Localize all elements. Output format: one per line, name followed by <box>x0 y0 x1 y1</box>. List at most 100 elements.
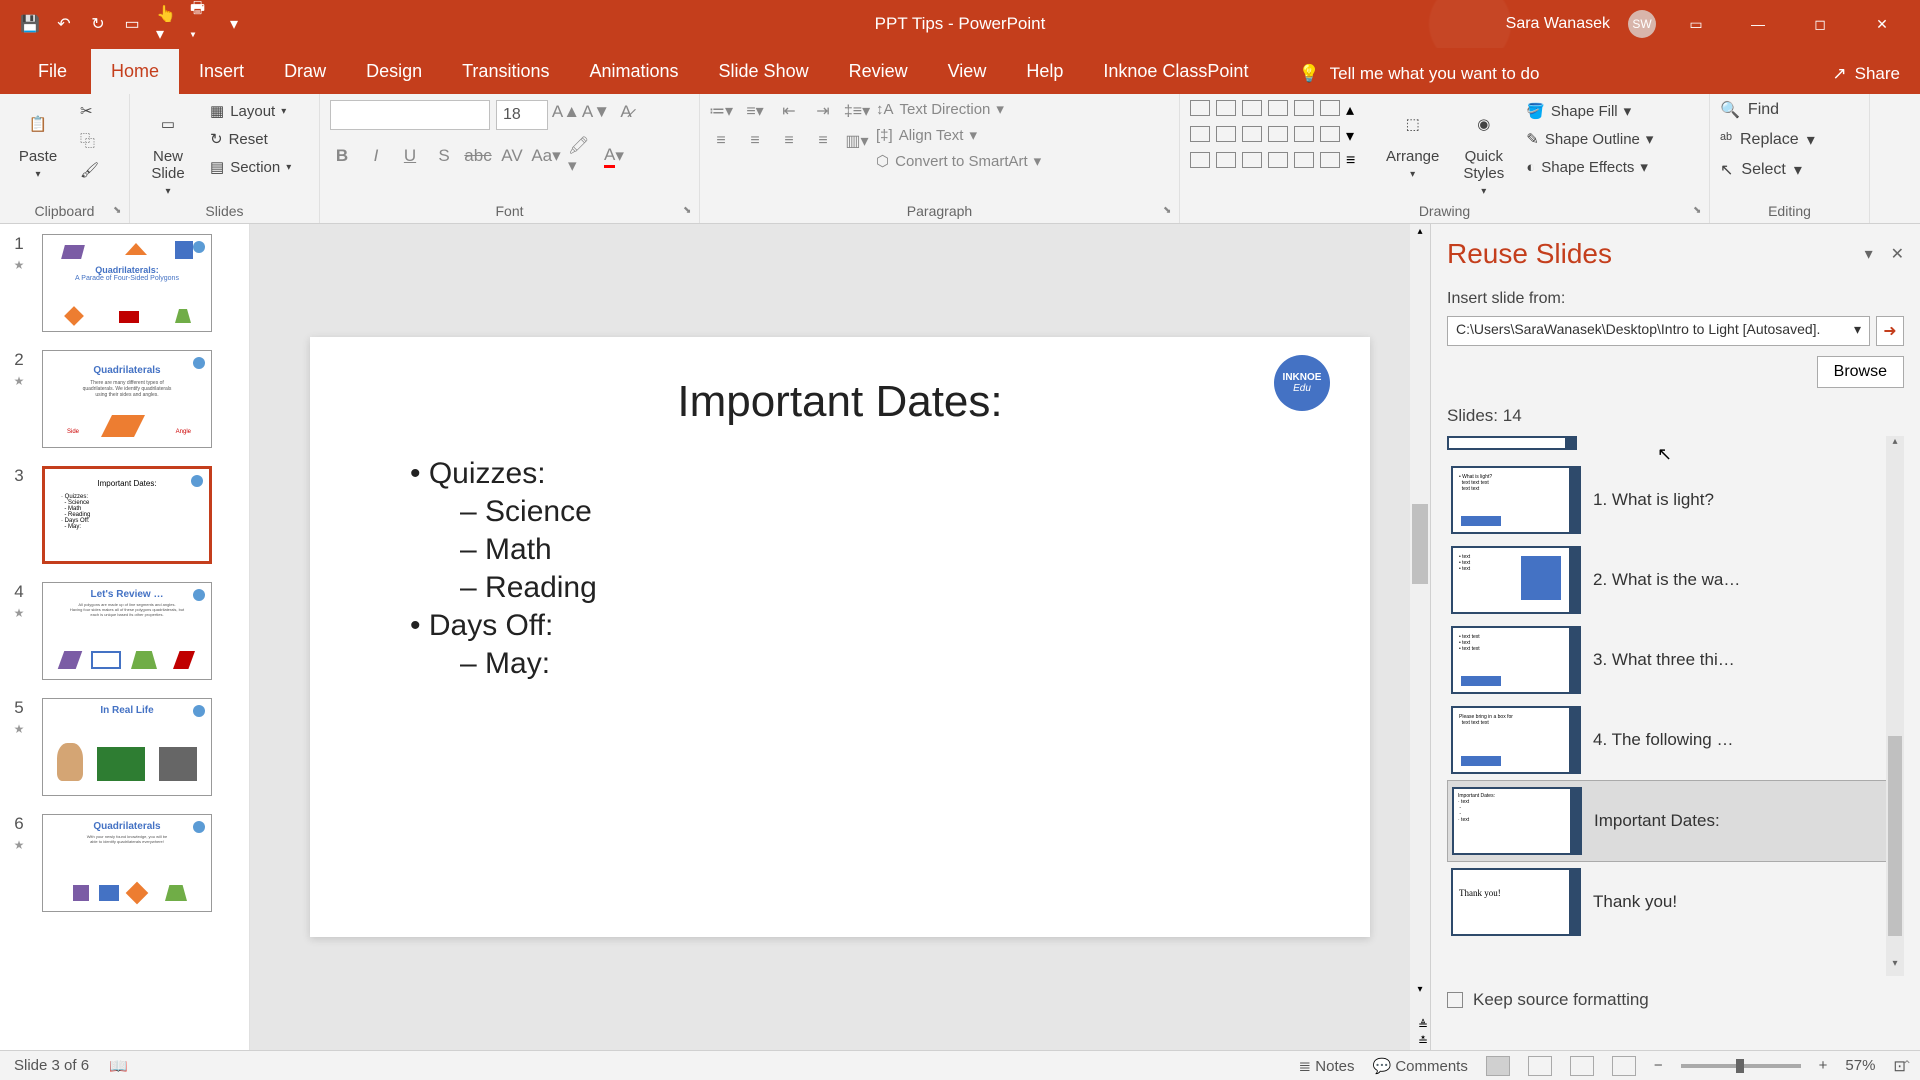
zoom-slider[interactable] <box>1681 1064 1801 1068</box>
cut-button[interactable]: ✂ <box>74 100 105 122</box>
reuse-item-2[interactable]: • text• text• text 2. What is the wa… <box>1447 540 1904 620</box>
reset-button[interactable]: ↻Reset <box>204 128 297 150</box>
columns-button[interactable]: ▥▾ <box>846 130 868 152</box>
slide-canvas[interactable]: INKNOE Edu Important Dates: • Quizzes: –… <box>310 337 1370 937</box>
tab-home[interactable]: Home <box>91 49 179 94</box>
go-button[interactable]: ➜ <box>1876 316 1904 346</box>
font-launcher-icon[interactable]: ⬊ <box>683 205 695 217</box>
maximize-icon[interactable]: ◻ <box>1798 8 1842 40</box>
sorter-view-button[interactable] <box>1528 1056 1552 1076</box>
reuse-item-6[interactable]: Thank you! Thank you! <box>1447 862 1904 942</box>
tab-design[interactable]: Design <box>346 49 442 94</box>
ribbon-display-icon[interactable]: ▭ <box>1674 8 1718 40</box>
format-painter-button[interactable]: 🖌 <box>74 159 105 181</box>
tab-animations[interactable]: Animations <box>569 49 698 94</box>
shape-fill-button[interactable]: 🪣Shape Fill ▾ <box>1520 100 1659 122</box>
keep-formatting-checkbox[interactable]: Keep source formatting <box>1447 976 1904 1010</box>
file-path-input[interactable]: C:\Users\SaraWanasek\Desktop\Intro to Li… <box>1447 316 1870 346</box>
tab-slideshow[interactable]: Slide Show <box>699 49 829 94</box>
redo-icon[interactable]: ↻ <box>88 14 108 34</box>
scroll-thumb[interactable] <box>1888 736 1902 936</box>
bold-button[interactable]: B <box>330 144 354 168</box>
slide-thumbnail-5[interactable]: In Real Life <box>42 698 212 796</box>
char-spacing-button[interactable]: AV <box>500 144 524 168</box>
user-avatar[interactable]: SW <box>1628 10 1656 38</box>
quick-styles-button[interactable]: ◉ Quick Styles ▾ <box>1455 100 1512 201</box>
highlight-button[interactable]: 🖍▾ <box>568 144 592 168</box>
shape-effects-button[interactable]: ◐Shape Effects ▾ <box>1520 156 1659 178</box>
reuse-item-4[interactable]: Please bring in a box for text text text… <box>1447 700 1904 780</box>
strikethrough-button[interactable]: abc <box>466 144 490 168</box>
undo-icon[interactable]: ↶ <box>54 14 74 34</box>
slide-thumbnail-6[interactable]: Quadrilaterals With your newly found kno… <box>42 814 212 912</box>
reuse-item-5[interactable]: Important Dates:· text - -· text Importa… <box>1447 780 1904 862</box>
save-icon[interactable]: 💾 <box>20 14 40 34</box>
zoom-in-button[interactable]: + <box>1819 1057 1828 1074</box>
reuse-item-3[interactable]: • text text• text• text text 3. What thr… <box>1447 620 1904 700</box>
scroll-thumb[interactable] <box>1412 504 1428 584</box>
spell-check-icon[interactable]: 📖 <box>109 1057 128 1075</box>
tell-me-search[interactable]: 💡 Tell me what you want to do <box>1298 64 1539 94</box>
clipboard-launcher-icon[interactable]: ⬊ <box>113 205 125 217</box>
reading-view-button[interactable] <box>1570 1056 1594 1076</box>
panel-menu-icon[interactable]: ▾ <box>1865 244 1873 264</box>
tab-help[interactable]: Help <box>1006 49 1083 94</box>
italic-button[interactable]: I <box>364 144 388 168</box>
browse-button[interactable]: Browse <box>1817 356 1904 388</box>
align-center-button[interactable]: ≡ <box>744 130 766 152</box>
minimize-icon[interactable]: — <box>1736 8 1780 40</box>
arrange-button[interactable]: ⬚ Arrange ▾ <box>1378 100 1447 184</box>
notes-button[interactable]: ≣ Notes <box>1299 1057 1355 1075</box>
close-icon[interactable]: ✕ <box>1860 8 1904 40</box>
from-beginning-icon[interactable]: ▭ <box>122 14 142 34</box>
layout-button[interactable]: ▦Layout▾ <box>204 100 297 122</box>
font-size-input[interactable] <box>496 100 548 130</box>
reuse-item-1[interactable]: • What is light? text text text text tex… <box>1447 460 1904 540</box>
slideshow-view-button[interactable] <box>1612 1056 1636 1076</box>
change-case-button[interactable]: Aa▾ <box>534 144 558 168</box>
quick-print-icon[interactable]: 🖶▾ <box>190 14 210 34</box>
scroll-down-icon[interactable]: ▾ <box>1412 984 1428 1000</box>
tab-transitions[interactable]: Transitions <box>442 49 569 94</box>
editor-scrollbar[interactable]: ▴ ▾ ≜ ≛ <box>1410 224 1430 1050</box>
slide-thumbnail-2[interactable]: Quadrilaterals There are many different … <box>42 350 212 448</box>
collapse-ribbon-icon[interactable]: ⌃ <box>1902 1058 1912 1072</box>
slide-thumbnail-3[interactable]: Important Dates: · Quizzes: - Science - … <box>42 466 212 564</box>
scroll-down-icon[interactable]: ▾ <box>1886 958 1904 976</box>
shape-outline-button[interactable]: ✎Shape Outline ▾ <box>1520 128 1659 150</box>
align-text-button[interactable]: [‡]Align Text ▾ <box>876 126 1041 144</box>
select-button[interactable]: ↖Select ▾ <box>1720 160 1815 180</box>
clear-formatting-icon[interactable]: A̷ <box>614 100 638 124</box>
numbering-button[interactable]: ≡▾ <box>744 100 766 122</box>
slide-title[interactable]: Important Dates: <box>370 377 1310 427</box>
tab-draw[interactable]: Draw <box>264 49 346 94</box>
underline-button[interactable]: U <box>398 144 422 168</box>
font-family-select[interactable] <box>330 100 490 130</box>
shapes-gallery[interactable]: ▴ ▾ ≡ <box>1190 100 1370 176</box>
line-spacing-button[interactable]: ‡≡▾ <box>846 100 868 122</box>
customize-qat-icon[interactable]: ▾ <box>224 14 244 34</box>
find-button[interactable]: 🔍Find <box>1720 100 1815 120</box>
slide-body[interactable]: • Quizzes: – Science – Math – Reading • … <box>370 457 1310 681</box>
tab-review[interactable]: Review <box>829 49 928 94</box>
reuse-scrollbar[interactable]: ▴ ▾ <box>1886 436 1904 976</box>
text-direction-button[interactable]: ↕AText Direction ▾ <box>876 100 1041 118</box>
section-button[interactable]: ▤Section▾ <box>204 156 297 178</box>
increase-font-icon[interactable]: A▲ <box>554 100 578 124</box>
normal-view-button[interactable] <box>1486 1056 1510 1076</box>
increase-indent-button[interactable]: ⇥ <box>812 100 834 122</box>
touch-mode-icon[interactable]: 👆▾ <box>156 14 176 34</box>
zoom-out-button[interactable]: − <box>1654 1057 1663 1074</box>
replace-button[interactable]: ᵃᵇReplace ▾ <box>1720 130 1815 150</box>
scroll-up-icon[interactable]: ▴ <box>1886 436 1904 454</box>
panel-close-icon[interactable]: ✕ <box>1891 244 1904 264</box>
bullets-button[interactable]: ≔▾ <box>710 100 732 122</box>
reuse-thumb-partial[interactable] <box>1447 436 1577 450</box>
paste-button[interactable]: 📋 Paste ▾ <box>10 100 66 184</box>
tab-file[interactable]: File <box>14 49 91 94</box>
tab-inknoe[interactable]: Inknoe ClassPoint <box>1083 49 1268 94</box>
decrease-font-icon[interactable]: A▼ <box>584 100 608 124</box>
shadow-button[interactable]: S <box>432 144 456 168</box>
slide-thumbnail-4[interactable]: Let's Review … All polygons are made up … <box>42 582 212 680</box>
align-right-button[interactable]: ≡ <box>778 130 800 152</box>
